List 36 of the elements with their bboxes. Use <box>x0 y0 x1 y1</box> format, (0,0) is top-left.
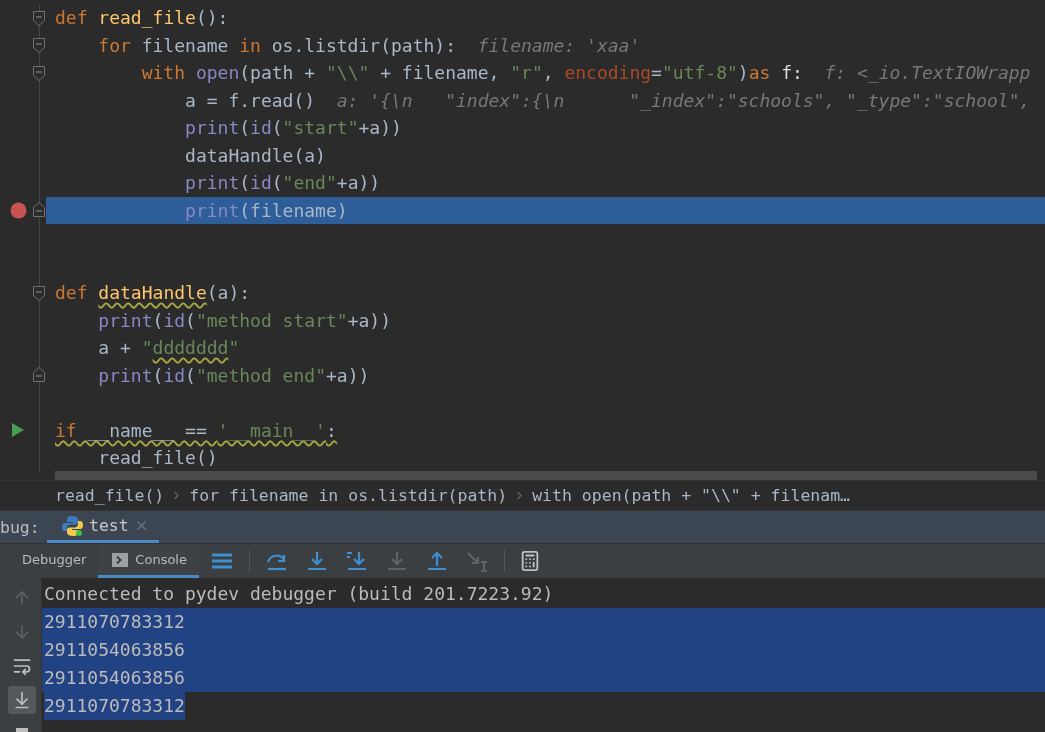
code-line: print(id("end"+a)) <box>184 172 381 194</box>
console-icon <box>112 552 129 567</box>
code-line: dataHandle(a) <box>184 144 326 166</box>
fold-icon[interactable] <box>33 367 45 384</box>
breakpoint-icon[interactable] <box>9 201 27 219</box>
inline-value-hint: filename: 'xaa' <box>477 34 641 56</box>
console-output-line: Connected to pydev debugger (build 201.7223.92) <box>44 582 554 606</box>
inline-value-hint: a: '{\n "index":{\n "_index":"schools", "_type":"school", <box>336 89 1031 111</box>
fold-icon[interactable] <box>33 37 45 54</box>
fold-icon[interactable] <box>33 9 45 26</box>
debugger-tab[interactable]: Console <box>98 544 199 578</box>
code-line: if __name__ == '__main__': <box>55 419 337 441</box>
fold-icon[interactable] <box>33 64 45 81</box>
debug-label: bug: <box>0 516 41 539</box>
horizontal-scrollbar[interactable] <box>55 471 1037 480</box>
code-line: def dataHandle(a): <box>55 282 251 304</box>
breadcrumb-item[interactable]: with open(path + "\\" + filenam… <box>532 486 851 505</box>
code-line: def read_file(): <box>55 7 229 29</box>
breadcrumb-item[interactable]: for filename in os.listdir(path) <box>189 486 508 505</box>
wrap-icon[interactable] <box>12 656 32 676</box>
debugger-tab[interactable]: Debugger <box>8 544 99 578</box>
play-icon[interactable] <box>12 423 24 438</box>
code-line: print(id("method end"+a)) <box>97 364 370 386</box>
code-line: for filename in os.listdir(path): <box>97 34 456 56</box>
code-line: read_file() <box>97 447 218 469</box>
code-line: print(id("method start"+a)) <box>97 309 391 331</box>
fold-icon[interactable] <box>33 284 45 301</box>
code-line: with open(path + "\\" + filename, "r", encoding="utf-8")as f: <box>140 62 803 84</box>
inline-value-hint: f: <_io.TextIOWrapp <box>824 62 1031 84</box>
code-line: print(filename) <box>184 199 348 221</box>
code-line: a + "ddddddd" <box>97 337 240 359</box>
code-line: a = f.read() <box>184 89 316 111</box>
python-icon <box>62 514 84 537</box>
fold-icon[interactable] <box>33 202 45 219</box>
code-line: print(id("start"+a)) <box>184 117 402 139</box>
breadcrumb-item[interactable]: read_file() <box>55 486 165 505</box>
